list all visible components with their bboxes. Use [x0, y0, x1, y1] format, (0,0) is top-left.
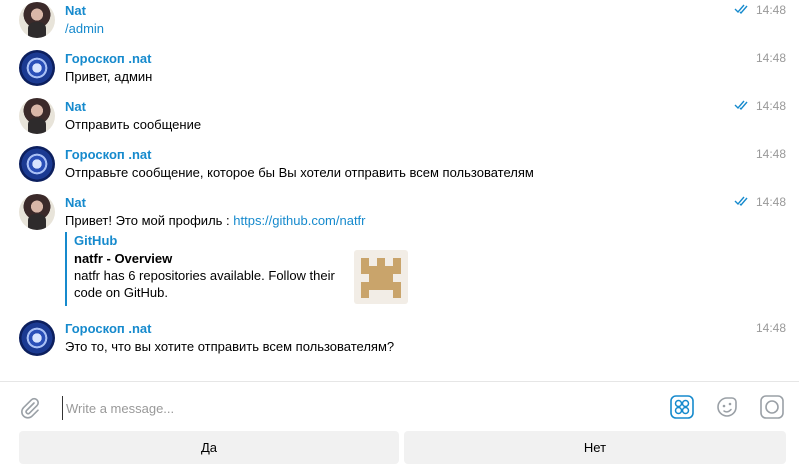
keyboard-no-button[interactable]: Нет: [404, 431, 786, 464]
message-time: 14:48: [755, 51, 786, 65]
message-list: Nat 14:48 /admin Гороскоп .nat 14:48 При…: [0, 0, 799, 381]
keyboard-yes-button[interactable]: Да: [19, 431, 399, 464]
avatar[interactable]: [19, 50, 55, 86]
message-time: 14:48: [755, 99, 786, 113]
avatar[interactable]: [19, 320, 55, 356]
preview-site-name: GitHub: [74, 233, 118, 248]
sender-name[interactable]: Nat: [65, 98, 86, 115]
reply-keyboard: Да Нет: [0, 429, 799, 476]
message-text: Привет! Это мой профиль : https://github…: [65, 212, 366, 229]
record-icon[interactable]: [759, 394, 785, 420]
message-text[interactable]: /admin: [65, 20, 104, 37]
double-check-icon: [734, 100, 748, 111]
preview-title: natfr - Overview: [74, 251, 173, 266]
message-composer: [0, 381, 799, 430]
double-check-icon: [734, 196, 748, 207]
message-input[interactable]: [62, 396, 648, 420]
avatar[interactable]: [19, 146, 55, 182]
message-time: 14:48: [755, 147, 786, 161]
message-time: 14:48: [755, 3, 786, 17]
attach-icon[interactable]: [18, 396, 42, 420]
sender-name[interactable]: Гороскоп .nat: [65, 146, 151, 163]
link-preview[interactable]: GitHub natfr - Overview natfr has 6 repo…: [65, 232, 417, 306]
sender-name[interactable]: Гороскоп .nat: [65, 320, 151, 337]
github-identicon-icon: [361, 258, 401, 298]
message-text: Это то, что вы хотите отправить всем пол…: [65, 339, 395, 354]
emoji-icon[interactable]: [714, 394, 740, 420]
bot-commands-icon[interactable]: [669, 394, 695, 420]
sender-name[interactable]: Nat: [65, 194, 86, 211]
profile-link[interactable]: https://github.com/natfr: [233, 213, 365, 228]
message-text: Отправьте сообщение, которое бы Вы хотел…: [65, 165, 534, 180]
message-time: 14:48: [755, 321, 786, 335]
message-time: 14:48: [755, 195, 786, 209]
sender-name[interactable]: Nat: [65, 2, 86, 19]
avatar[interactable]: [19, 194, 55, 230]
preview-thumbnail[interactable]: [354, 250, 408, 304]
message-text: Отправить сообщение: [65, 117, 202, 132]
avatar[interactable]: [19, 2, 55, 38]
avatar[interactable]: [19, 98, 55, 134]
message-text-prefix: Привет! Это мой профиль :: [65, 213, 234, 228]
message-text: Привет, админ: [65, 69, 153, 84]
double-check-icon: [734, 4, 748, 15]
preview-description: natfr has 6 repositories available. Foll…: [74, 268, 335, 300]
sender-name[interactable]: Гороскоп .nat: [65, 50, 151, 67]
